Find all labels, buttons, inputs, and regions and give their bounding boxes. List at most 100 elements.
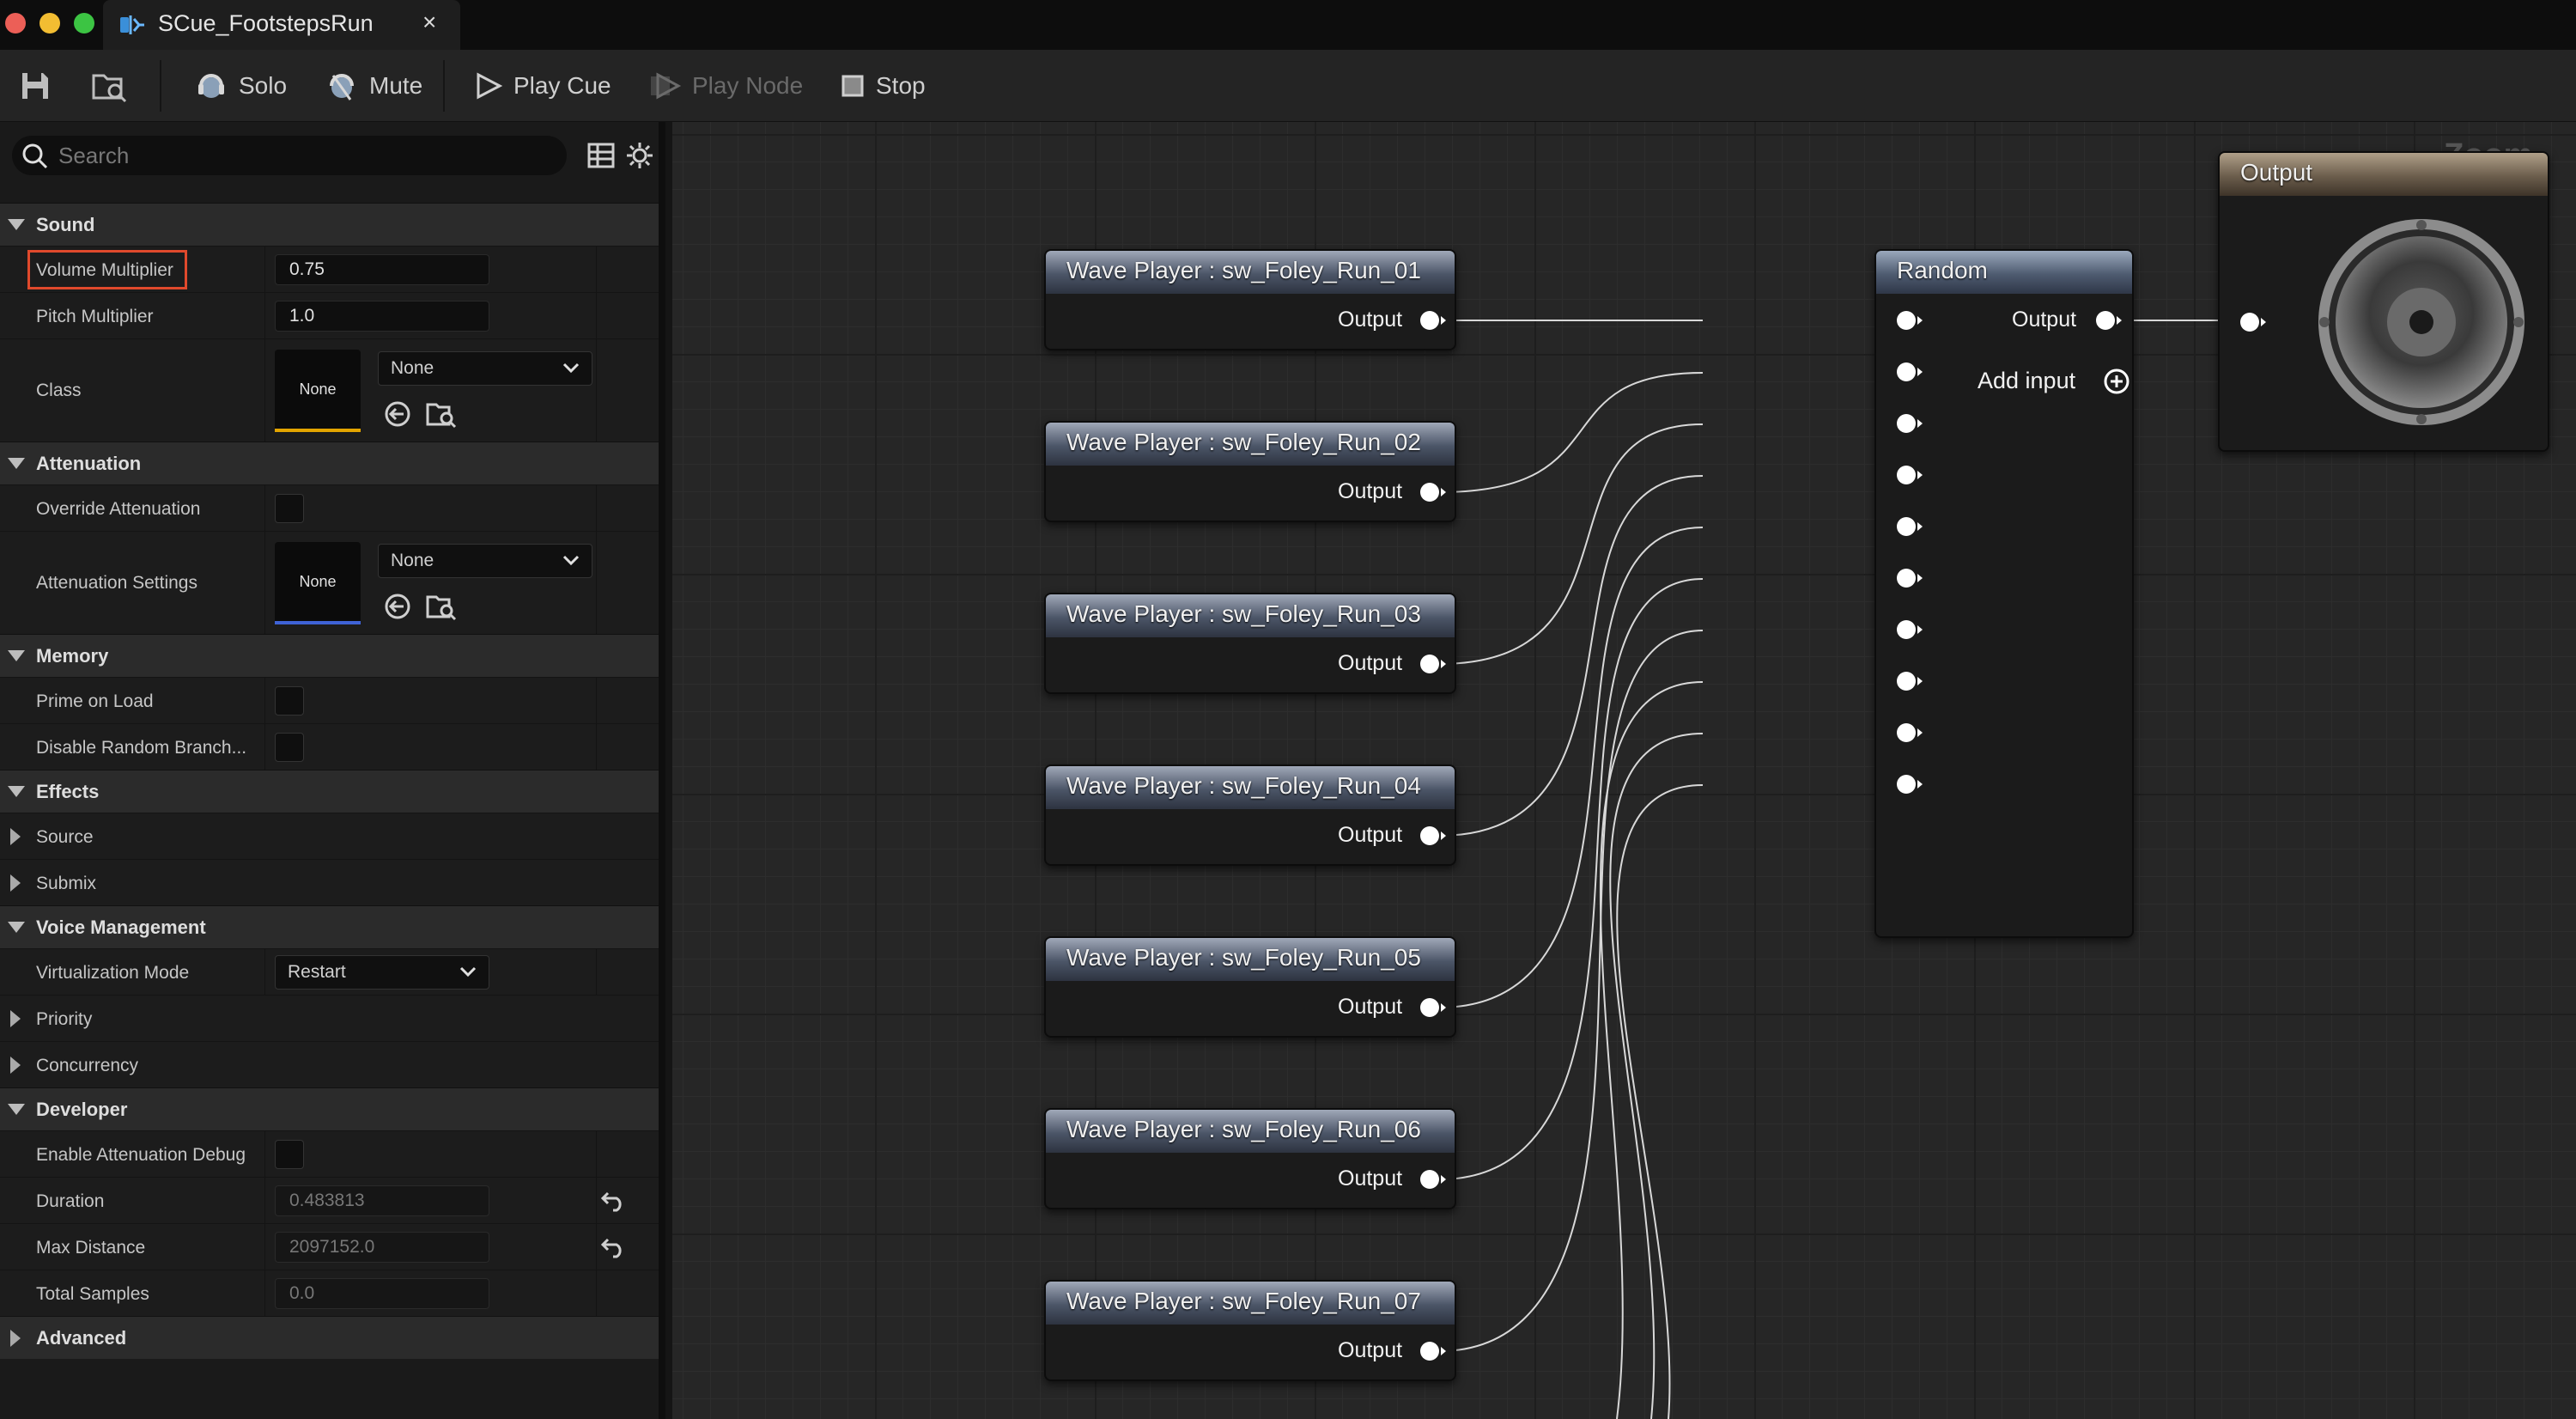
solo-button[interactable]: Solo xyxy=(194,65,287,107)
close-window-button[interactable] xyxy=(5,13,26,33)
zoom-window-button[interactable] xyxy=(74,13,94,33)
input-pin-5[interactable] xyxy=(1897,517,1923,536)
virtualization-mode-combo[interactable]: Restart xyxy=(275,955,489,990)
output-node[interactable]: Output xyxy=(2218,151,2549,452)
play-cue-button[interactable]: Play Cue xyxy=(474,65,611,107)
max-distance-label: Max Distance xyxy=(36,1238,146,1258)
prop-max-distance: Max Distance 2097152.0 xyxy=(0,1223,659,1270)
random-node[interactable]: Random Output Add input xyxy=(1874,249,2134,938)
attenuation-thumbnail[interactable]: None xyxy=(275,542,361,624)
category-memory[interactable]: Memory xyxy=(0,634,659,677)
browse-folder-icon[interactable] xyxy=(426,592,457,621)
input-pin-4[interactable] xyxy=(1897,466,1923,484)
add-input-icon[interactable] xyxy=(2103,368,2130,395)
wave-player-node-03[interactable]: Wave Player : sw_Foley_Run_03 Output xyxy=(1044,593,1456,694)
tab-scue-footstepsrun[interactable]: SCue_FootstepsRun × xyxy=(103,0,460,50)
prop-priority[interactable]: Priority xyxy=(0,995,659,1041)
prop-concurrency[interactable]: Concurrency xyxy=(0,1041,659,1087)
output-pin[interactable] xyxy=(1420,1170,1446,1189)
collapse-arrow-icon xyxy=(8,650,25,661)
pitch-multiplier-label: Pitch Multiplier xyxy=(36,307,154,326)
category-voice-management[interactable]: Voice Management xyxy=(0,905,659,948)
output-pin[interactable] xyxy=(1420,483,1446,502)
input-pin-6[interactable] xyxy=(1897,569,1923,588)
input-pin[interactable] xyxy=(2240,313,2266,332)
output-pin[interactable] xyxy=(1420,311,1446,330)
browse-asset-button[interactable] xyxy=(91,65,139,107)
category-sound[interactable]: Sound xyxy=(0,203,659,246)
output-pin-label: Output xyxy=(1338,1338,1403,1362)
tab-close-icon[interactable]: × xyxy=(422,9,436,36)
add-input-label[interactable]: Add input xyxy=(1978,368,2075,394)
browse-folder-icon[interactable] xyxy=(426,399,457,429)
minimize-window-button[interactable] xyxy=(39,13,60,33)
reset-to-default-icon[interactable] xyxy=(601,1236,627,1258)
prop-submix[interactable]: Submix xyxy=(0,859,659,905)
table-view-icon[interactable] xyxy=(587,143,615,168)
input-pin-2[interactable] xyxy=(1897,362,1923,381)
input-pin-9[interactable] xyxy=(1897,723,1923,742)
solo-label: Solo xyxy=(239,72,288,99)
play-cue-icon xyxy=(477,72,503,100)
class-thumbnail[interactable]: None xyxy=(275,350,361,432)
disable-random-branch-checkbox[interactable] xyxy=(275,733,304,762)
mute-button[interactable]: Mute xyxy=(325,65,422,107)
pitch-multiplier-input[interactable]: 1.0 xyxy=(275,301,489,332)
wave-player-node-02[interactable]: Wave Player : sw_Foley_Run_02 Output xyxy=(1044,421,1456,522)
wire-03 xyxy=(1438,423,1704,665)
prime-on-load-checkbox[interactable] xyxy=(275,686,304,716)
save-button[interactable] xyxy=(19,65,62,107)
wave-player-node-05[interactable]: Wave Player : sw_Foley_Run_05 Output xyxy=(1044,936,1456,1038)
category-memory-label: Memory xyxy=(36,645,109,667)
input-pin-8[interactable] xyxy=(1897,672,1923,691)
prop-source[interactable]: Source xyxy=(0,813,659,859)
input-pin-10[interactable] xyxy=(1897,775,1923,794)
output-pin[interactable] xyxy=(1420,826,1446,845)
play-node-button[interactable]: Play Node xyxy=(649,65,803,107)
enable-attenuation-debug-checkbox[interactable] xyxy=(275,1140,304,1169)
input-pin-7[interactable] xyxy=(1897,620,1923,639)
prime-on-load-label: Prime on Load xyxy=(36,691,154,711)
wave-player-node-07[interactable]: Wave Player : sw_Foley_Run_07 Output xyxy=(1044,1280,1456,1381)
expand-arrow-icon xyxy=(10,828,21,845)
category-attenuation-label: Attenuation xyxy=(36,453,142,474)
stop-button[interactable]: Stop xyxy=(840,65,926,107)
category-effects[interactable]: Effects xyxy=(0,770,659,813)
volume-multiplier-input[interactable]: 0.75 xyxy=(275,254,489,285)
prop-pitch-multiplier: Pitch Multiplier 1.0 xyxy=(0,292,659,338)
category-effects-label: Effects xyxy=(36,781,100,802)
category-attenuation[interactable]: Attenuation xyxy=(0,442,659,484)
wave-player-node-06[interactable]: Wave Player : sw_Foley_Run_06 Output xyxy=(1044,1108,1456,1209)
attenuation-thumbnail-label: None xyxy=(299,573,337,590)
reset-to-default-icon[interactable] xyxy=(601,1190,627,1212)
wire-09 xyxy=(1609,733,1704,1419)
expand-arrow-icon xyxy=(10,874,21,892)
node-title: Output xyxy=(2220,153,2548,196)
use-selected-arrow-icon[interactable] xyxy=(383,399,412,429)
collapse-arrow-icon xyxy=(8,219,25,230)
output-pin-label: Output xyxy=(1338,995,1403,1019)
search-box[interactable] xyxy=(12,136,567,175)
wire-08 xyxy=(1599,681,1704,1419)
stop-icon xyxy=(841,75,864,97)
settings-gear-icon[interactable] xyxy=(625,141,654,170)
class-combo[interactable]: None xyxy=(378,351,592,386)
wave-player-node-04[interactable]: Wave Player : sw_Foley_Run_04 Output xyxy=(1044,764,1456,866)
output-pin[interactable] xyxy=(1420,655,1446,673)
use-selected-arrow-icon[interactable] xyxy=(383,592,412,621)
category-developer[interactable]: Developer xyxy=(0,1087,659,1130)
expand-arrow-icon xyxy=(10,1330,21,1347)
source-label: Source xyxy=(36,827,94,847)
override-attenuation-checkbox[interactable] xyxy=(275,494,304,523)
input-pin-3[interactable] xyxy=(1897,414,1923,433)
output-pin[interactable] xyxy=(1420,998,1446,1017)
chevron-down-icon xyxy=(562,555,580,566)
output-pin[interactable] xyxy=(1420,1342,1446,1361)
graph-canvas[interactable]: Zoom 1:1 Wave Player : sw_Foley_Run_01 O… xyxy=(672,122,2576,1419)
attenuation-combo[interactable]: None xyxy=(378,544,592,578)
wave-player-node-01[interactable]: Wave Player : sw_Foley_Run_01 Output xyxy=(1044,249,1456,350)
input-pin-1[interactable] xyxy=(1897,311,1923,330)
output-pin[interactable] xyxy=(2096,311,2122,330)
category-advanced[interactable]: Advanced xyxy=(0,1316,659,1359)
search-input[interactable] xyxy=(58,141,556,170)
